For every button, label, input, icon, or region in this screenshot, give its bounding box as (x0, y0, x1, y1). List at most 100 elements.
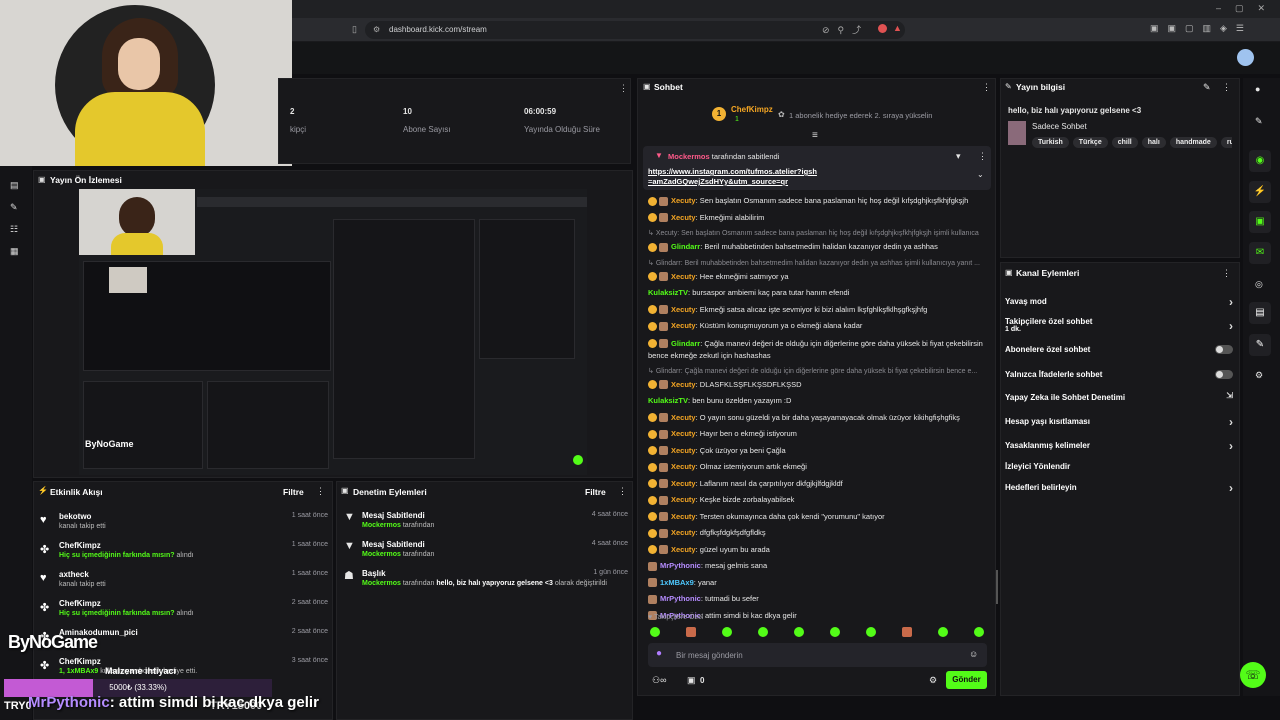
activity-user[interactable]: axtheck (59, 570, 328, 579)
chat-username[interactable]: MrPythonic (660, 594, 701, 603)
channel-action-item[interactable]: Yavaş mod › (1005, 295, 1233, 309)
emote-icon[interactable] (974, 627, 984, 637)
chat-username[interactable]: Xecuty (671, 305, 696, 314)
emoji-icon[interactable]: ☺ (969, 649, 978, 659)
mic-icon[interactable]: ● (656, 648, 662, 659)
channel-action-item[interactable]: Abonelere özel sohbet (1005, 345, 1233, 354)
chat-username[interactable]: KulaksizTV (648, 396, 688, 405)
chat-username[interactable]: KulaksizTV (648, 288, 688, 297)
channel-actions-menu-icon[interactable]: ⋮ (1222, 268, 1231, 279)
chat-username[interactable]: Xecuty (671, 446, 696, 455)
chat-settings-icon[interactable]: ⚙ (929, 675, 937, 686)
moderation-filter-button[interactable]: Filtre (585, 487, 606, 497)
tag-chip[interactable]: halı (1141, 137, 1166, 148)
url-action-icons[interactable]: ⊘⚲⤴ (822, 23, 869, 36)
emote-icon[interactable] (866, 627, 876, 637)
chevron-right-icon[interactable]: › (1229, 319, 1233, 333)
chat-username[interactable]: Xecuty (671, 321, 696, 330)
activity-filter-button[interactable]: Filtre (283, 487, 304, 497)
chat-username[interactable]: Xecuty (671, 545, 696, 554)
send-button[interactable]: Gönder (946, 671, 987, 689)
tag-chip[interactable]: Türkçe (1072, 137, 1108, 148)
toolbar-icons[interactable]: ▣▣▢▥◈☰ (1150, 23, 1253, 34)
edit-icon[interactable]: ✎ (1203, 82, 1211, 93)
chevron-right-icon[interactable]: › (1229, 415, 1233, 429)
emote-icon[interactable] (650, 627, 660, 637)
external-link-icon[interactable]: ⇲ (1226, 391, 1233, 400)
bookmark-icon[interactable]: ▯ (352, 24, 357, 35)
tag-chip[interactable]: chill (1111, 137, 1138, 148)
extension-icon[interactable] (878, 24, 887, 33)
rail-button-chat[interactable]: ✉ (1249, 242, 1271, 264)
channel-action-item[interactable]: Hedefleri belirleyin › (1005, 481, 1233, 495)
rail-button-bolt[interactable]: ⚡ (1249, 181, 1271, 203)
tag-chip[interactable]: rug (1220, 137, 1232, 148)
emote-icon[interactable] (758, 627, 768, 637)
stats-menu-icon[interactable]: ⋮ (619, 83, 628, 94)
channel-action-item[interactable]: Hesap yaşı kısıtlaması › (1005, 415, 1233, 429)
avatar[interactable] (1237, 49, 1254, 66)
channel-action-item[interactable]: Takipçilere özel sohbet 1 dk. › (1005, 317, 1233, 333)
channel-action-item[interactable]: Yasaklanmış kelimeler › (1005, 439, 1233, 453)
chevron-right-icon[interactable]: › (1229, 439, 1233, 453)
activity-user[interactable]: ChefKimpz (59, 599, 328, 608)
emote-icon[interactable] (722, 627, 732, 637)
rail-button-tools[interactable]: ✎ (1249, 334, 1271, 356)
activity-user[interactable]: bekotwo (59, 512, 328, 521)
pinned-by[interactable]: Mockermos (668, 152, 710, 161)
activity-menu-icon[interactable]: ⋮ (316, 486, 325, 497)
rail-button-camera[interactable]: ◉ (1249, 150, 1271, 172)
broadcast-icon[interactable]: ◎ (1255, 279, 1263, 290)
support-chat-icon[interactable]: ☏ (1240, 662, 1266, 688)
chevron-right-icon[interactable]: › (1229, 481, 1233, 495)
chat-username[interactable]: Xecuty (671, 429, 696, 438)
tag-chip[interactable]: handmade (1169, 137, 1217, 148)
chat-username[interactable]: Glindarr (671, 242, 700, 251)
emote-icon[interactable] (830, 627, 840, 637)
category-name[interactable]: Sadece Sohbet (1032, 122, 1087, 131)
rail-button-mod[interactable]: ▤ (1249, 302, 1271, 324)
rail-button-panel[interactable]: ▣ (1249, 211, 1271, 233)
emote-icon[interactable] (686, 627, 696, 637)
chat-username[interactable]: Xecuty (671, 462, 696, 471)
emote-icon[interactable] (794, 627, 804, 637)
left-sidebar-icons[interactable]: ▤ ✎ ☷ ▦ (10, 174, 19, 262)
chat-username[interactable]: Xecuty (671, 213, 696, 222)
info-icon[interactable]: ● (1255, 84, 1260, 94)
chat-username[interactable]: Xecuty (671, 380, 696, 389)
channel-action-item[interactable]: İzleyici Yönlendir (1005, 462, 1233, 471)
emote-icon[interactable] (902, 627, 912, 637)
chat-username[interactable]: MrPythonic (660, 561, 701, 570)
moderation-menu-icon[interactable]: ⋮ (618, 486, 627, 497)
activity-user[interactable]: Aminakodumun_pici (59, 628, 328, 637)
chat-username[interactable]: Xecuty (671, 528, 696, 537)
toggle-switch[interactable] (1215, 345, 1233, 354)
pencil-icon[interactable]: ✎ (1255, 116, 1263, 127)
moderation-by[interactable]: Mockermos (362, 551, 401, 558)
expand-pinned-icon[interactable]: ⌄ (977, 170, 984, 179)
moderation-by[interactable]: Mockermos (362, 580, 401, 587)
unpin-icon[interactable]: ▾ (956, 151, 961, 162)
chat-username[interactable]: Xecuty (671, 272, 696, 281)
collapse-leaderboard-icon[interactable]: ≡ (812, 130, 818, 141)
chat-username[interactable]: 1xMBAx9 (660, 578, 694, 587)
channel-action-item[interactable]: Yalnızca İfadelerle sohbet (1005, 370, 1233, 379)
chat-gift-icon[interactable]: ▣ (687, 675, 696, 686)
chat-username[interactable]: Xecuty (671, 479, 696, 488)
toggle-switch[interactable] (1215, 370, 1233, 379)
moderation-by[interactable]: Mockermos (362, 522, 401, 529)
window-controls[interactable]: –▢✕ (1216, 3, 1279, 14)
brave-icon[interactable]: ▲ (893, 23, 902, 33)
activity-user[interactable]: ChefKimpz (59, 657, 328, 666)
chat-menu-icon[interactable]: ⋮ (982, 82, 991, 93)
chat-username[interactable]: Xecuty (671, 413, 696, 422)
pinned-menu-icon[interactable]: ⋮ (978, 151, 987, 162)
channel-action-item[interactable]: Yapay Zeka ile Sohbet Denetimi ⇲ (1005, 391, 1233, 402)
emote-icon[interactable] (938, 627, 948, 637)
chat-username[interactable]: Xecuty (671, 495, 696, 504)
chat-username[interactable]: Xecuty (671, 196, 696, 205)
activity-user[interactable]: ChefKimpz (59, 541, 328, 550)
settings-icon[interactable]: ⚙ (1255, 370, 1263, 381)
chat-scrollbar[interactable] (996, 570, 998, 604)
stream-info-menu-icon[interactable]: ⋮ (1222, 82, 1231, 93)
